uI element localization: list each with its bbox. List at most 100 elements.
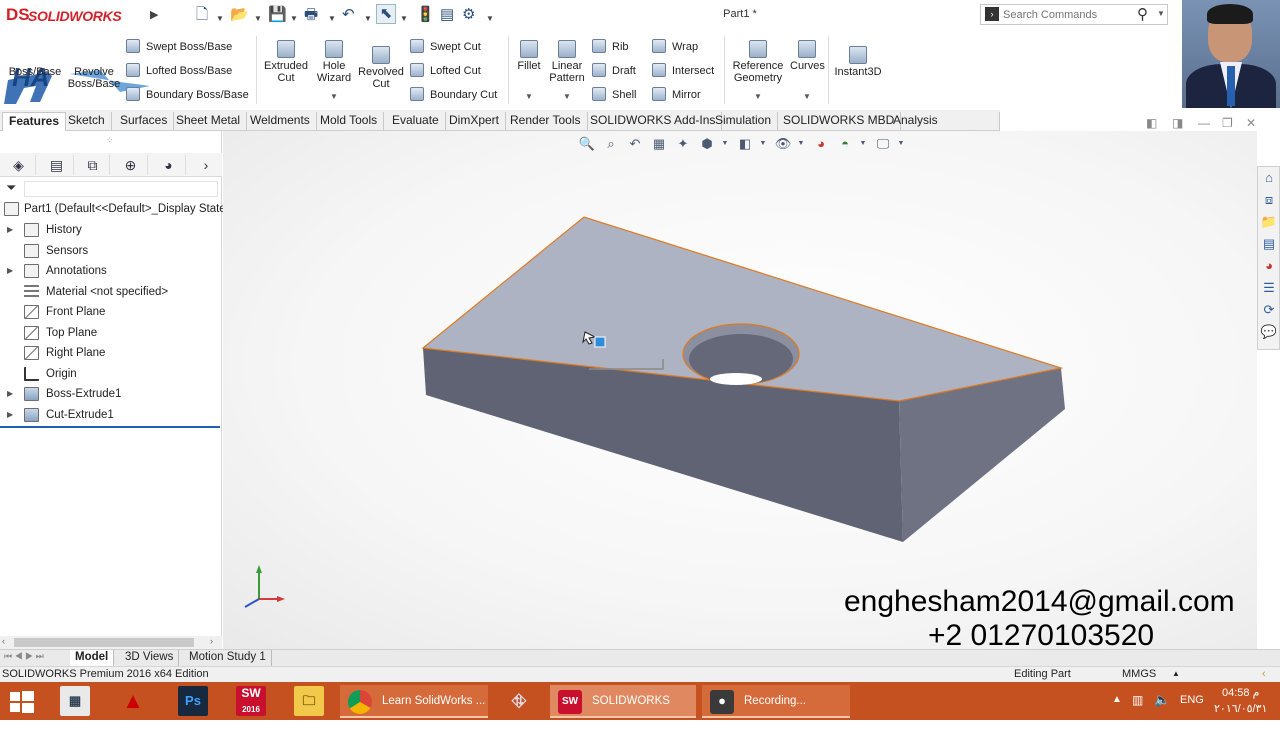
reference-geometry-button[interactable]: Reference Geometry bbox=[728, 40, 788, 84]
revolved-cut-button[interactable]: Revolved Cut bbox=[356, 46, 406, 90]
options-gear-icon[interactable]: ⚙ bbox=[462, 6, 475, 24]
property-manager-icon[interactable]: ▤ bbox=[40, 155, 74, 175]
panel-grip-icon[interactable]: ⁘ bbox=[106, 135, 114, 146]
status-units[interactable]: MMGS bbox=[1122, 667, 1156, 682]
select-pointer-icon[interactable]: ⬉ bbox=[376, 4, 396, 24]
solidworks-icon[interactable]: SW 2016 bbox=[236, 686, 266, 716]
tab-render-tools[interactable]: Render Tools bbox=[504, 112, 588, 131]
rebuild-icon[interactable]: 🚦 bbox=[416, 6, 435, 24]
curves-button[interactable]: Curves bbox=[790, 40, 825, 72]
tab-3d-views[interactable]: 3D Views bbox=[120, 650, 180, 666]
clock-date[interactable]: ٢٠١٦/٠٥/٣١ bbox=[1214, 702, 1267, 715]
extruded-cut-button[interactable]: Extruded Cut bbox=[260, 40, 312, 84]
tree-item-material[interactable]: Material <not specified> bbox=[0, 282, 222, 302]
scroll-right-icon[interactable]: › bbox=[210, 636, 213, 646]
wrap-button[interactable]: Wrap bbox=[652, 38, 698, 56]
tree-root-part[interactable]: Part1 (Default<<Default>_Display State bbox=[0, 199, 226, 219]
boundary-cut-button[interactable]: Boundary Cut bbox=[410, 86, 497, 104]
tree-item-right-plane[interactable]: Right Plane bbox=[0, 343, 222, 363]
save-dropdown-icon[interactable]: ▼ bbox=[290, 10, 298, 28]
tab-surfaces[interactable]: Surfaces bbox=[114, 112, 175, 131]
tree-item-sensors[interactable]: Sensors bbox=[0, 241, 222, 261]
rollback-bar[interactable] bbox=[0, 426, 220, 428]
design-library-icon[interactable]: 📁 bbox=[1260, 213, 1278, 231]
autocad-icon[interactable]: ▲ bbox=[118, 686, 148, 716]
tab-dimxpert[interactable]: DimXpert bbox=[443, 112, 507, 131]
tree-item-annotations[interactable]: ▶ Annotations bbox=[0, 261, 222, 281]
close-icon[interactable]: ✕ bbox=[1246, 116, 1256, 130]
clock-time[interactable]: 04:58 م bbox=[1222, 686, 1259, 699]
restore-icon[interactable]: ❐ bbox=[1222, 116, 1233, 130]
print-dropdown-icon[interactable]: ▼ bbox=[328, 10, 336, 28]
save-icon[interactable]: 💾 bbox=[268, 6, 287, 24]
hole-wizard-dropdown-icon[interactable]: ▼ bbox=[330, 92, 338, 101]
tab-evaluate[interactable]: Evaluate bbox=[386, 112, 446, 131]
custom-properties-icon[interactable]: ☰ bbox=[1260, 279, 1278, 297]
tree-item-front-plane[interactable]: Front Plane bbox=[0, 302, 222, 322]
tab-sheet-metal[interactable]: Sheet Metal bbox=[170, 112, 248, 131]
tree-filter-input[interactable] bbox=[24, 181, 218, 197]
search-input[interactable] bbox=[1003, 7, 1133, 22]
solidworks-forum-icon[interactable]: ⟳ bbox=[1260, 301, 1278, 319]
options-dropdown-icon[interactable]: ▼ bbox=[486, 10, 494, 28]
tile-left-icon[interactable]: ◧ bbox=[1146, 116, 1157, 130]
reference-geometry-dropdown-icon[interactable]: ▼ bbox=[754, 92, 762, 101]
scroll-left-icon[interactable]: ‹ bbox=[2, 636, 5, 646]
swept-boss-button[interactable]: Swept Boss/Base bbox=[126, 38, 232, 56]
draft-button[interactable]: Draft bbox=[592, 62, 636, 80]
tab-solidworks-add-ins[interactable]: SOLIDWORKS Add-Ins bbox=[584, 112, 723, 131]
expand-arrow-icon[interactable]: ▶ bbox=[7, 405, 13, 425]
tab-sketch[interactable]: Sketch bbox=[62, 112, 112, 131]
feature-tree-icon[interactable]: ◈ bbox=[2, 155, 36, 175]
search-dropdown-icon[interactable]: ▼ bbox=[1157, 9, 1165, 18]
units-dropdown-icon[interactable]: ▲ bbox=[1172, 666, 1180, 681]
search-icon[interactable]: ⚲ bbox=[1137, 5, 1148, 23]
select-dropdown-icon[interactable]: ▼ bbox=[400, 10, 408, 28]
curves-dropdown-icon[interactable]: ▼ bbox=[803, 92, 811, 101]
rib-button[interactable]: Rib bbox=[592, 38, 629, 56]
lofted-cut-button[interactable]: Lofted Cut bbox=[410, 62, 481, 80]
taskbar-window-recording[interactable]: ⏺ Recording... bbox=[702, 685, 850, 718]
new-dropdown-icon[interactable]: ▼ bbox=[216, 10, 224, 28]
lofted-boss-button[interactable]: Lofted Boss/Base bbox=[126, 62, 232, 80]
dimxpert-manager-icon[interactable]: ⊕ bbox=[114, 155, 148, 175]
fillet-dropdown-icon[interactable]: ▼ bbox=[525, 92, 533, 101]
file-properties-icon[interactable]: ▤ bbox=[440, 6, 454, 24]
taskbar-window-solidworks[interactable]: SW SOLIDWORKS Pre... bbox=[550, 685, 696, 739]
tray-expand-icon[interactable]: ▲ bbox=[1112, 694, 1122, 705]
tab-simulation[interactable]: Simulation bbox=[709, 112, 779, 131]
photoshop-icon[interactable]: Ps bbox=[178, 686, 208, 716]
chat-icon[interactable]: 💬 bbox=[1260, 323, 1278, 341]
instant3d-button[interactable]: Instant3D bbox=[834, 46, 882, 78]
tab-weldments[interactable]: Weldments bbox=[244, 112, 317, 131]
open-folder-icon[interactable]: 📂 bbox=[230, 6, 249, 24]
tab-features[interactable]: Features bbox=[2, 112, 67, 131]
hole-wizard-button[interactable]: Hole Wizard bbox=[312, 40, 356, 84]
minimize-icon[interactable]: — bbox=[1198, 116, 1210, 130]
new-document-icon[interactable]: 🗋 bbox=[196, 6, 208, 24]
taskbar-window-chrome[interactable]: Learn SolidWorks ... bbox=[340, 685, 488, 718]
tree-item-history[interactable]: ▶ History bbox=[0, 220, 222, 240]
tab-motion-study-1[interactable]: Motion Study 1 bbox=[184, 650, 272, 666]
tab-scroll-arrows-icon[interactable]: ⏮ ◀ ▶ ⏭ bbox=[4, 651, 44, 662]
revolved-boss-button[interactable]: Revolve Boss/Base bbox=[66, 66, 122, 90]
horizontal-scrollbar[interactable]: ‹ › bbox=[0, 636, 222, 649]
tree-item-origin[interactable]: Origin bbox=[0, 364, 222, 384]
part-model[interactable] bbox=[223, 131, 1257, 649]
scroll-thumb[interactable] bbox=[14, 638, 194, 647]
file-explorer-folder-icon[interactable]: 🗀 bbox=[294, 686, 324, 716]
tab-mold-tools[interactable]: Mold Tools bbox=[314, 112, 385, 131]
language-indicator[interactable]: ENG bbox=[1180, 694, 1204, 706]
open-dropdown-icon[interactable]: ▼ bbox=[254, 10, 262, 28]
configuration-manager-icon[interactable]: ⧉ bbox=[76, 155, 110, 175]
tree-item-cut-extrude1[interactable]: ▶ Cut-Extrude1 bbox=[0, 405, 222, 425]
network-app-icon[interactable]: ⛗ bbox=[504, 686, 534, 716]
print-icon[interactable]: 🖶 bbox=[304, 6, 318, 24]
display-manager-icon[interactable]: ◕ bbox=[152, 155, 186, 175]
expand-arrow-icon[interactable]: ▶ bbox=[7, 220, 13, 240]
swept-cut-button[interactable]: Swept Cut bbox=[410, 38, 481, 56]
tab-analysis-preparation[interactable]: Analysis Preparation bbox=[887, 112, 1000, 144]
calculator-icon[interactable]: ▦ bbox=[60, 686, 90, 716]
menu-expand-arrow-icon[interactable]: ▶ bbox=[150, 6, 158, 24]
tab-solidworks-mbd[interactable]: SOLIDWORKS MBD bbox=[777, 112, 902, 131]
